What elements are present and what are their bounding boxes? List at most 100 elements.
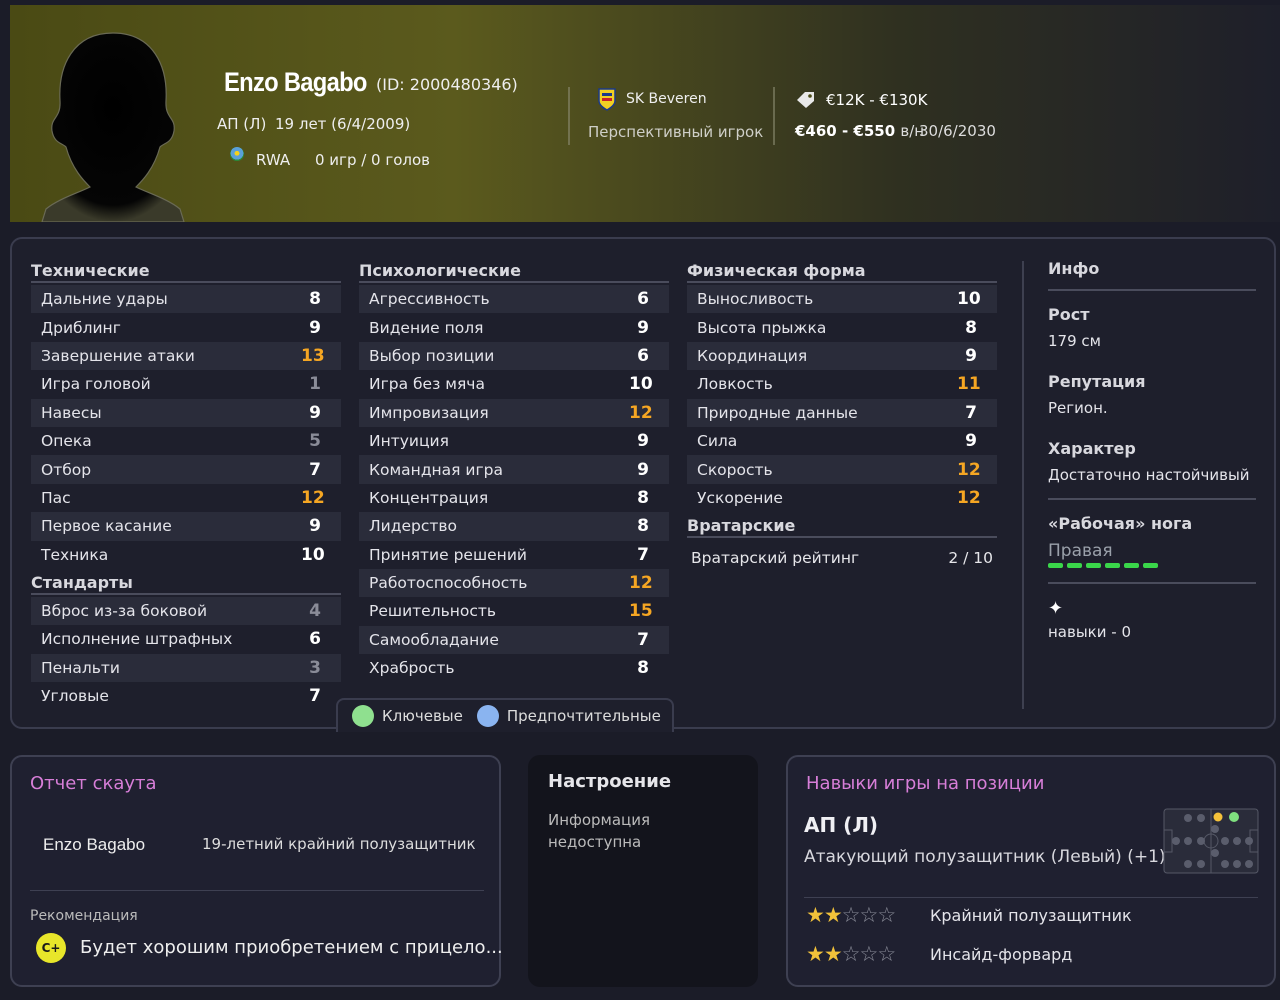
- attribute-value: 5: [309, 431, 321, 452]
- attribute-label: Самообладание: [369, 630, 499, 649]
- attribute-row[interactable]: Самообладание 7: [359, 625, 669, 655]
- attribute-value: 9: [637, 431, 649, 452]
- attribute-row[interactable]: Храбрость 8: [359, 654, 669, 682]
- attribute-row[interactable]: Природные данные 7: [687, 398, 997, 427]
- attribute-row[interactable]: Принятие решений 7: [359, 541, 669, 569]
- attribute-row[interactable]: Игра без мяча 10: [359, 370, 669, 398]
- foot-bar-segment: [1105, 563, 1120, 568]
- attribute-row[interactable]: Концентрация 8: [359, 484, 669, 512]
- foot-bar-segment: [1086, 563, 1101, 568]
- role-row[interactable]: ★★☆☆☆ Крайний полузащитник: [806, 903, 1132, 927]
- attribute-value: 8: [309, 289, 321, 310]
- star-empty-icon: ☆: [859, 903, 878, 927]
- star-empty-icon: ☆: [841, 903, 861, 927]
- attribute-value: 13: [301, 345, 325, 366]
- character-value: Достаточно настойчивый: [1048, 466, 1250, 484]
- attribute-row[interactable]: Координация 9: [687, 341, 997, 371]
- info-column: Инфо Рост 179 см Репутация Регион. Харак…: [1048, 259, 1256, 641]
- goalkeeper-rating-row: Вратарский рейтинг 2 / 10: [687, 540, 997, 576]
- attribute-value: 7: [309, 686, 321, 707]
- role-stars: ★★☆☆☆: [806, 942, 930, 966]
- attribute-value: 12: [301, 487, 325, 508]
- club-name[interactable]: SK Beveren: [626, 91, 707, 107]
- attribute-row[interactable]: Отбор 7: [31, 455, 341, 484]
- attribute-row[interactable]: Агрессивность 6: [359, 285, 669, 314]
- attribute-value: 7: [965, 402, 977, 423]
- position-name: Атакующий полузащитник (Левый) (+1): [804, 847, 1166, 867]
- foot-bar-segment: [1067, 563, 1082, 568]
- attribute-value: 9: [309, 402, 321, 423]
- attribute-row[interactable]: Опека 5: [31, 427, 341, 455]
- attribute-value: 9: [965, 431, 977, 452]
- price-tag-icon: [797, 92, 814, 108]
- attribute-row[interactable]: Командная игра 9: [359, 455, 669, 484]
- attribute-label: Пенальти: [41, 658, 120, 677]
- attribute-row[interactable]: Пас 12: [31, 484, 341, 512]
- attribute-value: 10: [301, 544, 325, 565]
- attribute-row[interactable]: Выносливость 10: [687, 285, 997, 314]
- info-divider-line: [1048, 498, 1256, 500]
- attribute-row[interactable]: Навесы 9: [31, 398, 341, 427]
- attribute-row[interactable]: Техника 10: [31, 541, 341, 569]
- attribute-row[interactable]: Выбор позиции 6: [359, 341, 669, 371]
- pitch-map-icon: [1163, 808, 1259, 874]
- sparkle-icon: ✦: [1048, 598, 1064, 619]
- attribute-value: 12: [629, 573, 653, 594]
- attribute-value: 10: [957, 289, 981, 310]
- attribute-row[interactable]: Решительность 15: [359, 597, 669, 625]
- attribute-label: Командная игра: [369, 460, 503, 479]
- attribute-row[interactable]: Угловые 7: [31, 682, 341, 710]
- attribute-row[interactable]: Видение поля 9: [359, 313, 669, 341]
- attribute-value: 11: [957, 374, 981, 395]
- attribute-row[interactable]: Сила 9: [687, 427, 997, 455]
- attribute-row[interactable]: Дриблинг 9: [31, 313, 341, 341]
- attribute-row[interactable]: Первое касание 9: [31, 512, 341, 541]
- attribute-label: Храбрость: [369, 659, 455, 678]
- mood-panel: Настроение Информация недоступна: [528, 755, 758, 987]
- player-nationality[interactable]: RWA: [256, 151, 290, 169]
- attribute-label: Скорость: [697, 460, 773, 479]
- attribute-row[interactable]: Вброс из-за боковой 4: [31, 596, 341, 626]
- attribute-label: Решительность: [369, 602, 497, 621]
- attribute-value: 8: [637, 487, 649, 508]
- attribute-row[interactable]: Игра головой 1: [31, 370, 341, 398]
- preferred-dot-icon: [476, 705, 499, 727]
- attribute-row[interactable]: Импровизация 12: [359, 398, 669, 427]
- foot-strength-bar: [1048, 563, 1256, 568]
- foot-label: «Рабочая» нога: [1048, 514, 1193, 533]
- attribute-value: 12: [957, 459, 981, 480]
- physical-title: Физическая форма: [687, 259, 997, 283]
- attribute-row[interactable]: Высота прыжка 8: [687, 313, 997, 341]
- attribute-label: Опека: [41, 432, 92, 451]
- mental-list: Агрессивность 6 Видение поля 9 Выбор позиции…: [359, 285, 669, 682]
- character-label: Характер: [1048, 439, 1136, 458]
- attribute-value: 4: [309, 601, 321, 622]
- attribute-label: Лидерство: [369, 517, 457, 536]
- key-dot-icon: [352, 705, 374, 727]
- attribute-label: Высота прыжка: [697, 318, 827, 337]
- attribute-value: 9: [309, 317, 321, 338]
- attribute-legend: Ключевые Предпочтительные: [336, 698, 674, 732]
- attribute-label: Отбор: [41, 460, 92, 479]
- info-divider: [1022, 261, 1024, 709]
- positions-title: Навыки игры на позиции: [806, 773, 1045, 794]
- attribute-row[interactable]: Работоспособность 12: [359, 568, 669, 598]
- player-silhouette-icon: [41, 32, 185, 222]
- attribute-row[interactable]: Исполнение штрафных 6: [31, 625, 341, 653]
- attribute-row[interactable]: Пенальти 3: [31, 653, 341, 683]
- attribute-row[interactable]: Лидерство 8: [359, 512, 669, 541]
- attribute-row[interactable]: Ускорение 12: [687, 484, 997, 512]
- attribute-value: 9: [637, 317, 649, 338]
- player-name: Enzo Bagabo: [224, 67, 367, 97]
- attribute-row[interactable]: Интуиция 9: [359, 427, 669, 455]
- height-label: Рост: [1048, 305, 1090, 324]
- attribute-label: Пас: [41, 488, 71, 507]
- scout-player-name: Enzo Bagabo: [43, 835, 146, 854]
- role-row[interactable]: ★★☆☆☆ Инсайд-форвард: [806, 942, 1072, 966]
- attribute-row[interactable]: Скорость 12: [687, 455, 997, 484]
- attribute-row[interactable]: Дальние удары 8: [31, 285, 341, 314]
- star-filled-icon: ★: [806, 903, 825, 927]
- attribute-row[interactable]: Ловкость 11: [687, 370, 997, 398]
- attribute-row[interactable]: Завершение атаки 13: [31, 341, 341, 371]
- role-label: Инсайд-форвард: [930, 944, 1073, 964]
